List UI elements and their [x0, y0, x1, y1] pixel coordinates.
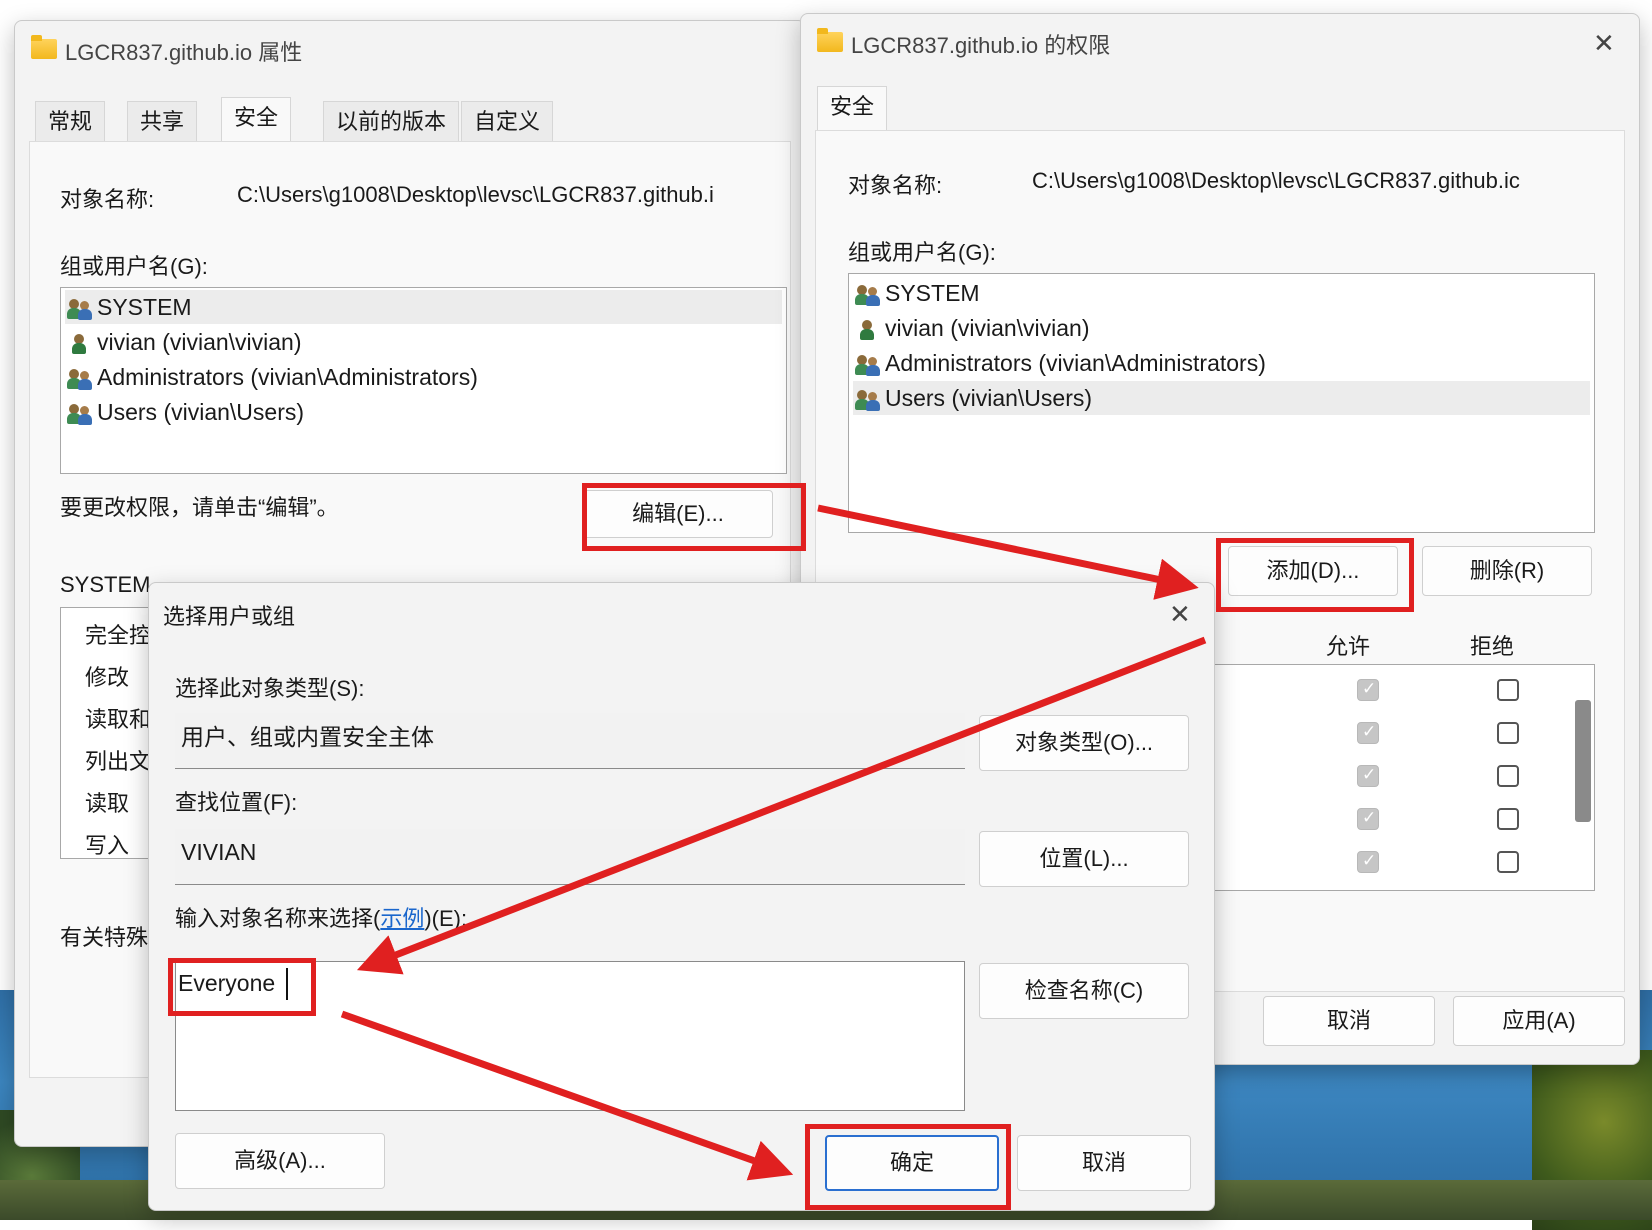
select-dialog-title: 选择用户或组 — [163, 604, 296, 629]
group-icon — [855, 283, 881, 307]
apply-button[interactable]: 应用(A) — [1453, 996, 1625, 1046]
select-dialog-titlebar[interactable]: 选择用户或组 ✕ — [149, 583, 1214, 639]
object-type-label: 选择此对象类型(S): — [175, 676, 365, 701]
list-item[interactable]: Users (vivian\Users) — [853, 381, 1590, 415]
list-item[interactable]: vivian (vivian\vivian) — [853, 311, 1590, 345]
select-users-dialog: 选择用户或组 ✕ 选择此对象类型(S): 用户、组或内置安全主体 对象类型(O)… — [148, 582, 1215, 1211]
permissions-for-label: SYSTEM — [60, 572, 151, 597]
location-label: 查找位置(F): — [175, 790, 298, 815]
highlight-edit-button — [582, 483, 806, 551]
deny-checkbox[interactable] — [1497, 851, 1519, 873]
group-icon — [67, 297, 93, 321]
deny-header: 拒绝 — [1470, 634, 1515, 659]
object-name-label: 对象名称: — [848, 173, 943, 198]
cancel-button[interactable]: 取消 — [1263, 996, 1435, 1046]
scrollbar-thumb[interactable] — [1575, 700, 1591, 822]
perm-item: 读取和 — [85, 707, 152, 732]
permissions-title: LGCR837.github.io 的权限 — [851, 33, 1111, 58]
highlight-name-input — [168, 958, 316, 1016]
allow-checkbox[interactable] — [1357, 765, 1379, 787]
allow-checkbox[interactable] — [1357, 851, 1379, 873]
tab-security[interactable]: 安全 — [221, 97, 292, 142]
group-icon — [67, 367, 93, 391]
folder-icon — [817, 28, 843, 52]
tab-security[interactable]: 安全 — [817, 86, 888, 131]
location-field: VIVIAN — [175, 829, 965, 885]
allow-checkbox[interactable] — [1357, 722, 1379, 744]
advanced-button[interactable]: 高级(A)... — [175, 1133, 385, 1189]
close-icon[interactable]: ✕ — [1169, 599, 1191, 629]
group-icon — [67, 402, 93, 426]
highlight-add-button — [1216, 538, 1414, 612]
allow-checkbox[interactable] — [1357, 808, 1379, 830]
tab-sharing[interactable]: 共享 — [127, 101, 198, 142]
tab-general[interactable]: 常规 — [35, 101, 106, 142]
close-icon[interactable]: ✕ — [1593, 28, 1615, 58]
deny-checkbox[interactable] — [1497, 722, 1519, 744]
special-permissions-label: 有关特殊 — [60, 925, 149, 950]
perm-item: 完全控 — [85, 623, 152, 648]
object-name-value: C:\Users\g1008\Desktop\levsc\LGCR837.git… — [237, 182, 714, 207]
list-item[interactable]: SYSTEM — [65, 290, 782, 324]
perm-item: 列出文 — [85, 749, 152, 774]
tab-previous-versions[interactable]: 以前的版本 — [323, 101, 460, 142]
perm-item: 读取 — [85, 791, 130, 816]
list-item[interactable]: Administrators (vivian\Administrators) — [65, 360, 782, 394]
folder-icon — [31, 35, 57, 59]
list-item[interactable]: SYSTEM — [853, 276, 1590, 310]
object-types-button[interactable]: 对象类型(O)... — [979, 715, 1189, 771]
properties-titlebar[interactable]: LGCR837.github.io 属性 — [15, 21, 805, 79]
check-names-button[interactable]: 检查名称(C) — [979, 963, 1189, 1019]
deny-checkbox[interactable] — [1497, 679, 1519, 701]
object-name-value: C:\Users\g1008\Desktop\levsc\LGCR837.git… — [1032, 168, 1520, 193]
remove-button[interactable]: 删除(R) — [1422, 546, 1592, 596]
list-item[interactable]: Users (vivian\Users) — [65, 395, 782, 429]
enter-names-label: 输入对象名称来选择(示例)(E): — [175, 906, 468, 931]
list-item[interactable]: Administrators (vivian\Administrators) — [853, 346, 1590, 380]
cancel-button[interactable]: 取消 — [1017, 1135, 1191, 1191]
group-icon — [855, 353, 881, 377]
allow-header: 允许 — [1326, 634, 1371, 659]
group-label: 组或用户名(G): — [60, 254, 208, 279]
deny-checkbox[interactable] — [1497, 808, 1519, 830]
user-icon — [67, 332, 93, 356]
permissions-titlebar[interactable]: LGCR837.github.io 的权限 ✕ — [801, 14, 1639, 72]
locations-button[interactable]: 位置(L)... — [979, 831, 1189, 887]
group-icon — [855, 388, 881, 412]
object-name-label: 对象名称: — [60, 187, 155, 212]
allow-checkbox[interactable] — [1357, 679, 1379, 701]
properties-title: LGCR837.github.io 属性 — [65, 40, 303, 65]
group-label: 组或用户名(G): — [848, 240, 996, 265]
user-icon — [855, 318, 881, 342]
perm-item: 写入 — [85, 833, 130, 858]
examples-link[interactable]: 示例 — [380, 906, 424, 931]
perm-item: 修改 — [85, 665, 130, 690]
user-list[interactable]: SYSTEM vivian (vivian\vivian) Administra… — [848, 273, 1595, 533]
highlight-ok-button — [805, 1124, 1011, 1210]
list-item[interactable]: vivian (vivian\vivian) — [65, 325, 782, 359]
user-list[interactable]: SYSTEM vivian (vivian\vivian) Administra… — [60, 287, 787, 474]
change-permission-hint: 要更改权限，请单击“编辑”。 — [60, 495, 339, 520]
deny-checkbox[interactable] — [1497, 765, 1519, 787]
tab-customize[interactable]: 自定义 — [461, 101, 554, 142]
object-type-field: 用户、组或内置安全主体 — [175, 713, 965, 769]
